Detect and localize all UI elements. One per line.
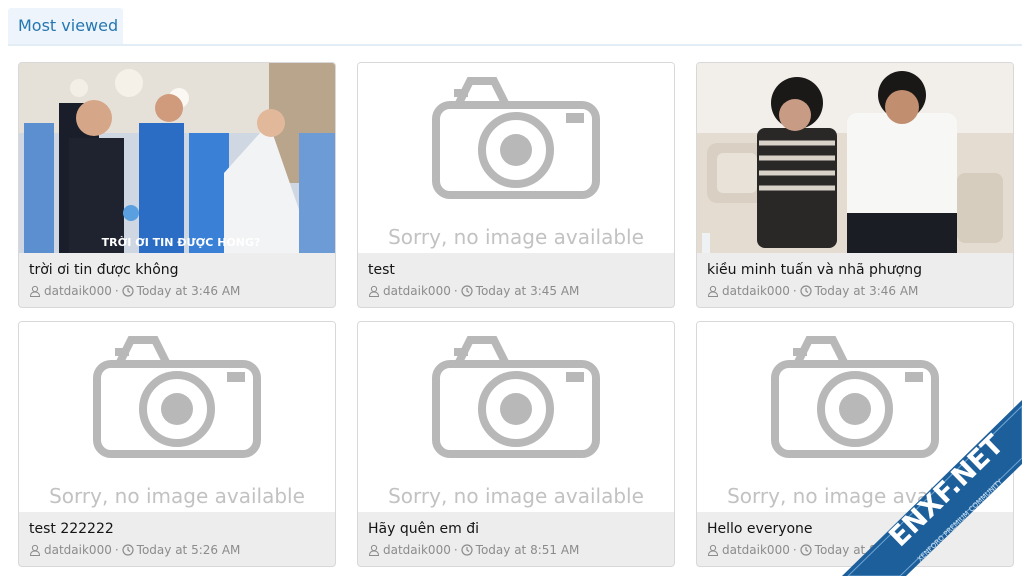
author-link[interactable]: datdaik000 [722, 284, 790, 298]
user-icon [29, 285, 41, 297]
card-title[interactable]: test 222222 [29, 521, 325, 537]
meta-separator: · [453, 543, 458, 557]
meta-separator: · [114, 284, 119, 298]
media-card[interactable]: TRỜI ƠI TIN ĐƯỢC HONG? trời ơi tin được … [18, 62, 336, 308]
card-title[interactable]: Hãy quên em đi [368, 521, 664, 537]
media-thumbnail[interactable]: Sorry, no image available [358, 63, 674, 253]
clock-icon [122, 285, 134, 297]
card-meta: datdaik000 · Today at 3:46 AM [707, 284, 1007, 298]
media-card[interactable]: Sorry, no image available Hãy quên em đi… [357, 321, 675, 567]
meta-separator: · [453, 284, 458, 298]
timestamp[interactable]: Today at 8:51 AM [476, 543, 580, 557]
card-meta: datdaik000 · Today at 3:46 AM [29, 284, 329, 298]
no-image-text: Sorry, no image available [388, 225, 644, 249]
card-meta: datdaik000 · Today at 5:26 AM [29, 543, 329, 557]
card-meta: datdaik000 · Today at 3:45 AM [368, 284, 668, 298]
clock-icon [461, 544, 473, 556]
card-meta: datdaik000 · Today at 8:51 AM [368, 543, 668, 557]
author-link[interactable]: datdaik000 [383, 284, 451, 298]
card-title[interactable]: trời ơi tin được không [29, 262, 325, 278]
author-link[interactable]: datdaik000 [44, 543, 112, 557]
card-title[interactable]: test [368, 262, 664, 278]
timestamp[interactable]: Today at 5:26 AM [137, 543, 241, 557]
clock-icon [800, 285, 812, 297]
user-icon [707, 544, 719, 556]
meta-separator: · [792, 543, 797, 557]
no-image-text: Sorry, no image available [388, 484, 644, 508]
watermark-ribbon: ENXF.NET XENFORO PREMIUM COMMUNITY [842, 400, 1022, 576]
author-link[interactable]: datdaik000 [722, 543, 790, 557]
user-icon [368, 544, 380, 556]
card-title[interactable]: kiều minh tuấn và nhã phượng [707, 262, 1003, 278]
media-thumbnail[interactable]: Sorry, no image available [19, 322, 335, 512]
media-card[interactable]: kiều minh tuấn và nhã phượng datdaik000 … [696, 62, 1014, 308]
timestamp[interactable]: Today at 3:45 AM [476, 284, 580, 298]
clock-icon [800, 544, 812, 556]
tab-most-viewed[interactable]: Most viewed [8, 8, 123, 44]
author-link[interactable]: datdaik000 [383, 543, 451, 557]
meta-separator: · [114, 543, 119, 557]
user-icon [707, 285, 719, 297]
media-thumbnail[interactable]: Sorry, no image available [358, 322, 674, 512]
no-image-text: Sorry, no image available [49, 484, 305, 508]
media-card[interactable]: Sorry, no image available test datdaik00… [357, 62, 675, 308]
clock-icon [122, 544, 134, 556]
tab-bar: Most viewed [8, 8, 1022, 46]
author-link[interactable]: datdaik000 [44, 284, 112, 298]
timestamp[interactable]: Today at 3:46 AM [815, 284, 919, 298]
media-thumbnail[interactable]: TRỜI ƠI TIN ĐƯỢC HONG? [19, 63, 335, 253]
clock-icon [461, 285, 473, 297]
media-card[interactable]: Sorry, no image available test 222222 da… [18, 321, 336, 567]
media-thumbnail[interactable] [697, 63, 1013, 253]
user-icon [368, 285, 380, 297]
timestamp[interactable]: Today at 3:46 AM [137, 284, 241, 298]
video-caption: TRỜI ƠI TIN ĐƯỢC HONG? [102, 236, 261, 249]
meta-separator: · [792, 284, 797, 298]
user-icon [29, 544, 41, 556]
